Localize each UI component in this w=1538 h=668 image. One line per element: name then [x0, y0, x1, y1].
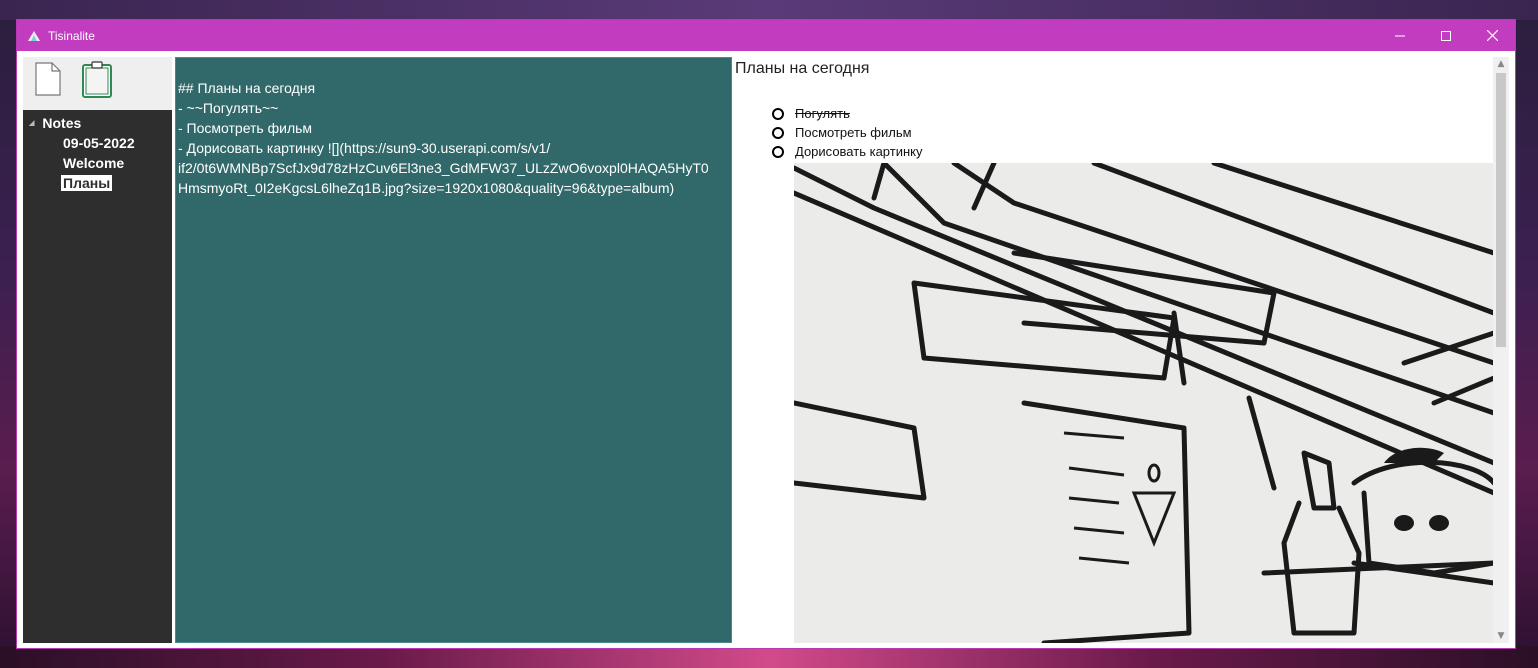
tree-item-date[interactable]: 09-05-2022: [63, 135, 135, 151]
todo-item: Посмотреть фильм: [772, 125, 912, 140]
maximize-icon: [1441, 30, 1451, 41]
editor-line: - Посмотреть фильм: [178, 120, 313, 136]
bullet-icon: [772, 107, 784, 120]
embedded-sketch-image: [794, 163, 1494, 643]
todo-text: Посмотреть фильм: [795, 125, 912, 140]
notes-tree: ◢ Notes 09-05-2022 Welcome Планы: [23, 110, 172, 643]
window-title: Tisinalite: [48, 28, 95, 43]
preview-scrollbar[interactable]: ▲ ▼: [1493, 57, 1509, 643]
maximize-button[interactable]: [1423, 20, 1469, 51]
scroll-up-icon[interactable]: ▲: [1493, 57, 1509, 71]
todo-item: Дорисовать картинку: [772, 144, 922, 159]
scroll-thumb[interactable]: [1496, 73, 1506, 347]
close-button[interactable]: [1469, 20, 1515, 51]
minimize-icon: [1395, 35, 1405, 36]
todo-item: Погулять: [772, 106, 850, 121]
new-note-button[interactable]: [34, 61, 62, 101]
desktop-background-top: [0, 0, 1538, 20]
tree-item-label: Планы: [61, 175, 113, 191]
tree-item-welcome[interactable]: Welcome: [63, 155, 124, 171]
close-icon: [1486, 30, 1498, 41]
new-file-icon: [35, 62, 61, 96]
collapse-arrow-icon[interactable]: ◢: [29, 119, 34, 127]
bullet-icon: [772, 145, 784, 158]
window-controls: [1377, 20, 1515, 51]
tree-item-label: 09-05-2022: [63, 135, 135, 151]
markdown-editor[interactable]: ## Планы на сегодня - ~~Погулять~~ - Пос…: [175, 57, 732, 643]
todo-text: Дорисовать картинку: [795, 144, 923, 159]
clipboard-icon: [82, 61, 112, 98]
editor-line: - ~~Погулять~~: [178, 100, 279, 116]
title-bar[interactable]: Tisinalite: [17, 20, 1515, 51]
minimize-button[interactable]: [1377, 20, 1423, 51]
app-logo-icon: [28, 30, 40, 41]
editor-line: HmsmyoRt_0I2eKgcsL6lheZq1B.jpg?size=1920…: [178, 180, 675, 196]
sidebar-toolbar: [23, 57, 172, 110]
preview-heading: Планы на сегодня: [735, 60, 870, 77]
todo-text: Погулять: [795, 106, 850, 121]
paste-button[interactable]: [81, 61, 113, 102]
desktop-background-bottom: [0, 646, 1538, 668]
editor-line: if2/0t6WMNBp7ScfJx9d78zHzCuv6El3ne3_GdMF…: [178, 160, 709, 176]
app-window: Tisinalite ◢ Notes 09-05-2022 Welcome Пл…: [16, 19, 1516, 649]
editor-line: ## Планы на сегодня: [178, 80, 316, 96]
tree-root-notes[interactable]: ◢ Notes: [29, 115, 81, 131]
tree-item-plans[interactable]: Планы: [61, 175, 113, 191]
markdown-preview: Планы на сегодня Погулять Посмотреть фил…: [733, 57, 1509, 643]
bullet-icon: [772, 126, 784, 139]
tree-item-label: Welcome: [63, 155, 125, 171]
editor-line: - Дорисовать картинку ![](https://sun9-3…: [178, 140, 551, 156]
tree-root-label: Notes: [42, 115, 82, 131]
scroll-down-icon[interactable]: ▼: [1493, 629, 1509, 643]
